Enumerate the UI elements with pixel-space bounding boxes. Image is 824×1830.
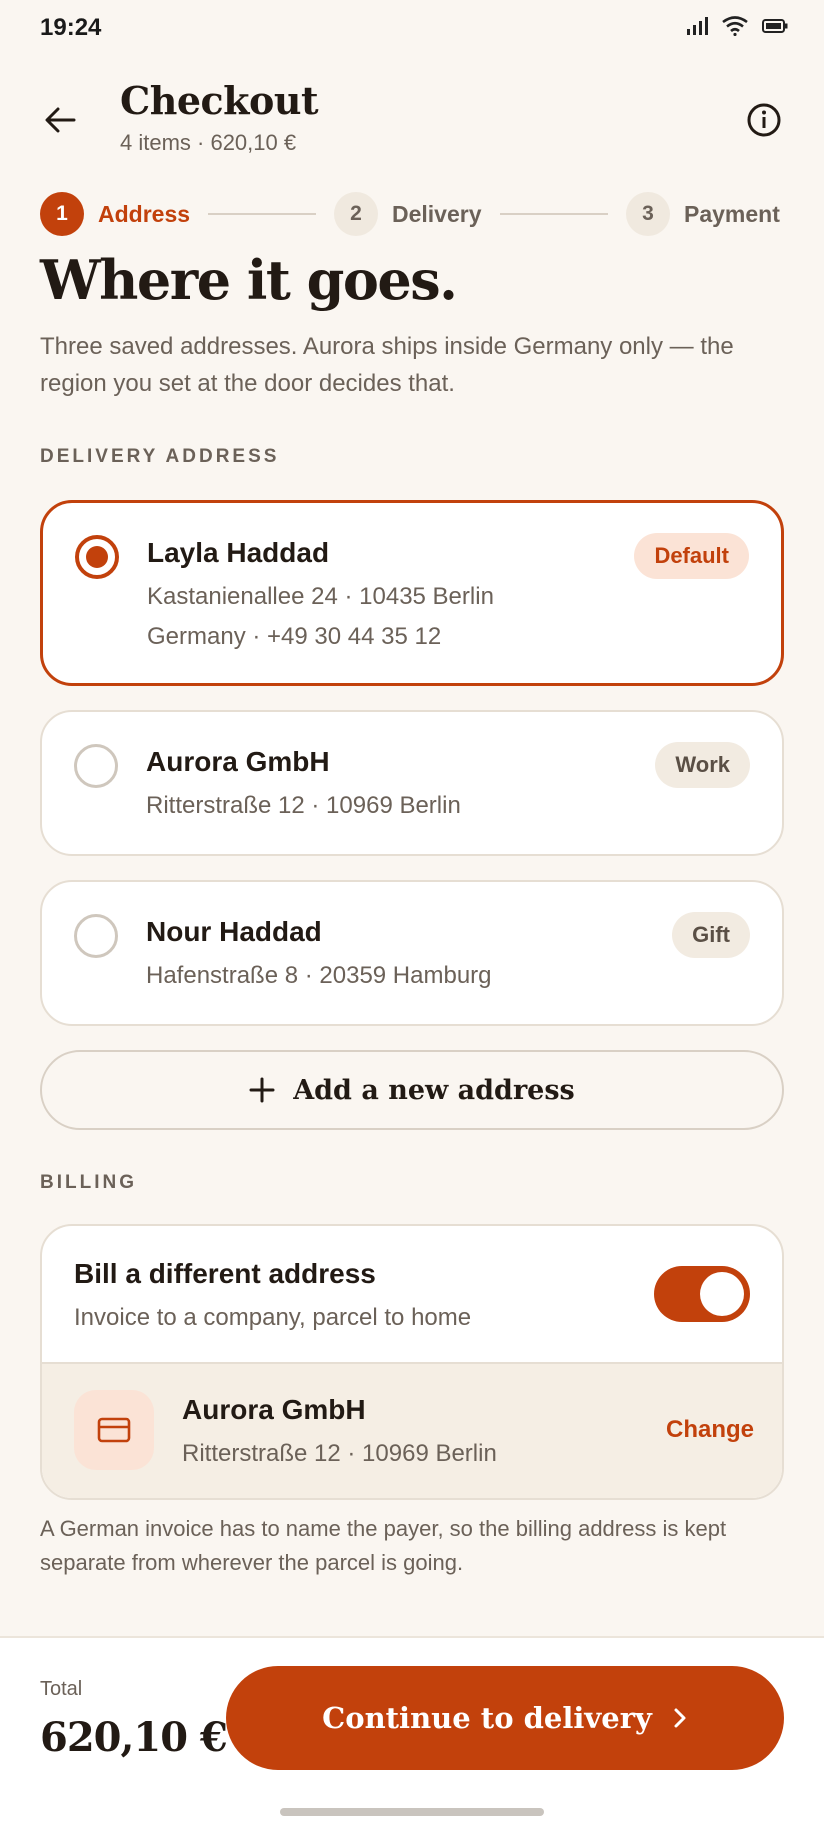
change-billing-button[interactable]: Change <box>666 1416 754 1444</box>
step-delivery[interactable]: 2 Delivery <box>334 192 482 236</box>
signal-icon <box>687 17 708 35</box>
status-time: 19:24 <box>40 14 102 41</box>
status-bar: 19:24 <box>0 0 824 56</box>
radio-unselected[interactable] <box>74 914 118 958</box>
address-name: Layla Haddad <box>147 537 330 568</box>
plus-icon <box>249 1077 275 1103</box>
checkout-footer: Total 620,10 € Continue to delivery <box>0 1636 824 1830</box>
intro-text: Three saved addresses. Aurora ships insi… <box>40 333 734 397</box>
address-line: Hafenstraße 8 · 20359 Hamburg <box>146 962 492 989</box>
add-address-button[interactable]: Add a new address <box>40 1050 784 1130</box>
info-button[interactable] <box>740 96 788 144</box>
step-payment[interactable]: 3 Payment <box>626 192 780 236</box>
arrow-left-icon <box>45 107 76 133</box>
radio-unselected[interactable] <box>74 744 118 788</box>
step-label: Delivery <box>392 200 482 227</box>
billing-toggle-title: Bill a different address <box>74 1258 376 1289</box>
address-card-nour[interactable]: Nour Haddad Hafenstraße 8 · 20359 Hambur… <box>40 880 784 1026</box>
billing-toggle-subtitle: Invoice to a company, parcel to home <box>74 1304 472 1331</box>
billing-address-line: Ritterstraße 12 · 10969 Berlin <box>182 1440 497 1467</box>
home-indicator <box>280 1808 544 1816</box>
back-button[interactable] <box>36 96 84 144</box>
card-icon <box>74 1390 154 1470</box>
step-connector <box>208 213 316 215</box>
checkout-stepper: 1 Address 2 Delivery 3 Payment <box>40 192 784 236</box>
delivery-address-label: DELIVERY ADDRESS <box>40 446 280 467</box>
address-line: Kastanienallee 24 · 10435 Berlin <box>147 583 494 610</box>
total-value: 620,10 € <box>40 1714 228 1761</box>
address-card-layla[interactable]: Layla Haddad Kastanienallee 24 · 10435 B… <box>40 500 784 686</box>
step-label: Address <box>98 200 191 227</box>
step-address[interactable]: 1 Address <box>40 192 190 236</box>
step-number: 2 <box>334 192 378 236</box>
continue-button[interactable]: Continue to delivery <box>226 1666 784 1770</box>
address-line: Ritterstraße 12 · 10969 Berlin <box>146 792 461 819</box>
step-label: Payment <box>684 200 780 227</box>
step-number: 1 <box>40 192 84 236</box>
continue-label: Continue to delivery <box>322 1701 652 1735</box>
page-title: Checkout <box>120 78 319 123</box>
add-address-label: Add a new address <box>293 1074 575 1106</box>
billing-address-row: Aurora GmbH Ritterstraße 12 · 10969 Berl… <box>42 1362 782 1498</box>
chevron-right-icon <box>674 1708 686 1728</box>
page-subtitle: 4 items · 620,10 € <box>120 130 297 155</box>
gift-badge: Gift <box>672 912 750 958</box>
billing-label: BILLING <box>40 1172 137 1193</box>
address-name: Nour Haddad <box>146 916 322 947</box>
address-line: Germany · +49 30 44 35 12 <box>147 623 442 650</box>
address-name: Aurora GmbH <box>146 746 330 777</box>
step-connector <box>500 213 608 215</box>
status-icons <box>686 16 788 36</box>
total-label: Total <box>40 1678 83 1700</box>
battery-icon <box>762 19 788 33</box>
bill-different-toggle[interactable] <box>654 1266 750 1322</box>
step-number: 3 <box>626 192 670 236</box>
info-icon <box>747 103 781 137</box>
radio-selected[interactable] <box>75 535 119 579</box>
billing-address-name: Aurora GmbH <box>182 1394 366 1425</box>
default-badge: Default <box>634 533 749 579</box>
wifi-icon <box>722 16 748 36</box>
address-card-aurora[interactable]: Aurora GmbH Ritterstraße 12 · 10969 Berl… <box>40 710 784 856</box>
billing-note: A German invoice has to name the payer, … <box>40 1516 727 1575</box>
section-heading: Where it goes. <box>40 248 458 312</box>
work-badge: Work <box>655 742 750 788</box>
billing-card: Bill a different address Invoice to a co… <box>40 1224 784 1500</box>
